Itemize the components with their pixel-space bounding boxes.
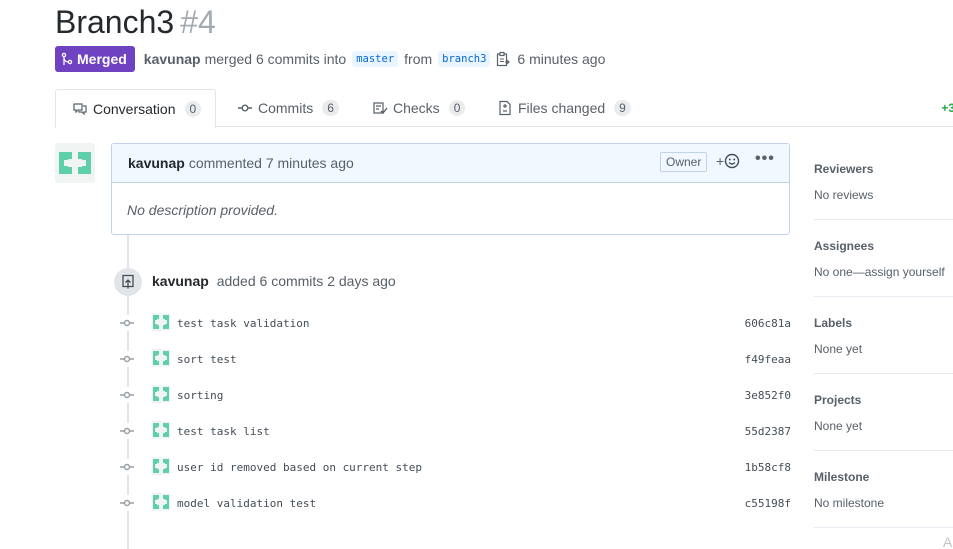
commit-row: model validation test c55198f — [119, 493, 791, 513]
git-commit-icon — [119, 459, 135, 475]
pr-number: #4 — [180, 4, 216, 40]
sidebar-heading-labels[interactable]: Labels — [814, 316, 852, 330]
tab-commits[interactable]: Commits 6 — [221, 89, 353, 127]
tab-checks-label: Checks — [393, 100, 440, 116]
smiley-icon — [724, 153, 740, 169]
file-diff-icon — [499, 100, 511, 116]
merged-state-label: Merged — [77, 51, 127, 67]
commit-row: test task validation 606c81a — [119, 313, 791, 333]
sidebar-heading-projects[interactable]: Projects — [814, 393, 861, 407]
pr-title-text: Branch3 — [55, 4, 175, 40]
comment-box: kavunap commented 7 minutes ago Owner + … — [111, 143, 790, 235]
sidebar-value-labels: None yet — [814, 342, 863, 356]
tab-conversation-count: 0 — [184, 100, 202, 117]
identicon-icon — [59, 152, 91, 174]
commit-message-link[interactable]: model validation test — [177, 497, 316, 510]
identicon-icon[interactable] — [152, 457, 170, 475]
sidebar-milestone: Milestone No milestone — [814, 451, 953, 528]
merged-state-badge: Merged — [55, 46, 135, 72]
clipboard-icon[interactable] — [496, 51, 511, 67]
commit-sha-link[interactable]: c55198f — [745, 497, 791, 510]
merge-text: merged 6 commits into — [204, 51, 347, 67]
commit-event-action: added 6 commits 2 days ago — [216, 273, 396, 289]
pr-title: Branch3 #4 — [55, 2, 216, 42]
git-commit-icon — [119, 495, 135, 511]
identicon-icon[interactable] — [152, 313, 170, 331]
commit-row: user id removed based on current step 1b… — [119, 457, 791, 477]
commit-sha-link[interactable]: 1b58cf8 — [745, 461, 791, 474]
base-branch-ref[interactable]: master — [352, 51, 399, 67]
commit-message-link[interactable]: test task validation — [177, 317, 309, 330]
sidebar-reviewers: Reviewers No reviews — [814, 143, 953, 220]
sidebar-heading-reviewers[interactable]: Reviewers — [814, 162, 873, 176]
tab-checks-count: 0 — [448, 100, 466, 116]
comment-action: commented 7 minutes ago — [188, 155, 354, 171]
repo-push-icon — [122, 274, 134, 289]
commit-message-link[interactable]: sorting — [177, 389, 223, 402]
sidebar-value-milestone: No milestone — [814, 496, 885, 510]
tab-files-changed[interactable]: Files changed 9 — [481, 89, 645, 127]
tab-checks[interactable]: Checks 0 — [356, 89, 479, 127]
kebab-horizontal-icon[interactable]: ••• — [755, 150, 775, 168]
tab-conversation[interactable]: Conversation 0 — [55, 89, 217, 128]
sidebar-value-assignees[interactable]: No one—assign yourself — [814, 265, 945, 279]
commit-row: sort test f49feaa — [119, 349, 791, 369]
commit-message-link[interactable]: sort test — [177, 353, 237, 366]
pr-tabnav: Conversation 0 Commits 6 Checks 0 Files … — [55, 89, 953, 128]
identicon-icon[interactable] — [152, 421, 170, 439]
sidebar-value-reviewers: No reviews — [814, 188, 874, 202]
pr-meta: Merged kavunap merged 6 commits into mas… — [55, 46, 605, 72]
commit-sha-link[interactable]: f49feaa — [745, 353, 791, 366]
tab-commits-count: 6 — [322, 100, 339, 116]
commit-event: kavunap added 6 commits 2 days ago — [152, 273, 396, 289]
git-commit-icon — [119, 351, 135, 367]
git-commit-icon — [119, 423, 135, 439]
sidebar-heading-milestone[interactable]: Milestone — [814, 470, 869, 484]
diffstat-added: +3 — [941, 101, 953, 115]
tab-commits-label: Commits — [258, 100, 314, 116]
commit-message-link[interactable]: test task list — [177, 425, 270, 438]
tab-files-changed-count: 9 — [614, 100, 631, 116]
comment-author-link[interactable]: kavunap — [128, 155, 185, 171]
commit-sha-link[interactable]: 3e852f0 — [745, 389, 791, 402]
commit-row: test task list 55d2387 — [119, 421, 791, 441]
sidebar-heading-assignees[interactable]: Assignees — [814, 239, 874, 253]
comment-body: No description provided. — [127, 202, 278, 218]
git-commit-icon — [119, 387, 135, 403]
comment-discussion-icon — [73, 102, 87, 115]
corner-glyph: A — [943, 534, 953, 549]
from-text: from — [404, 51, 433, 67]
tab-files-changed-label: Files changed — [518, 100, 606, 116]
sidebar-projects: Projects None yet — [814, 374, 953, 451]
identicon-icon[interactable] — [152, 493, 170, 511]
git-merge-icon — [61, 52, 73, 65]
commit-event-badge — [114, 268, 142, 296]
commit-row: sorting 3e852f0 — [119, 385, 791, 405]
head-branch-ref[interactable]: branch3 — [438, 51, 491, 67]
comment-header: kavunap commented 7 minutes ago Owner + … — [112, 144, 789, 183]
checklist-icon — [373, 102, 388, 115]
reaction-plus: + — [716, 153, 725, 169]
sidebar-value-projects: None yet — [814, 419, 863, 433]
commit-message-link[interactable]: user id removed based on current step — [177, 461, 422, 474]
commit-event-author-link[interactable]: kavunap — [152, 273, 209, 289]
identicon-icon[interactable] — [152, 385, 170, 403]
avatar[interactable] — [55, 143, 95, 183]
sidebar-assignees: Assignees No one—assign yourself — [814, 220, 953, 297]
merge-time: 6 minutes ago — [517, 51, 606, 67]
sidebar-labels: Labels None yet — [814, 297, 953, 374]
tab-conversation-label: Conversation — [93, 100, 176, 117]
add-reaction-button[interactable]: + — [716, 153, 740, 169]
commit-sha-link[interactable]: 55d2387 — [745, 425, 791, 438]
git-commit-icon — [119, 315, 135, 331]
commit-sha-link[interactable]: 606c81a — [745, 317, 791, 330]
git-commit-icon — [238, 104, 252, 112]
merge-author-link[interactable]: kavunap — [144, 51, 201, 67]
identicon-icon[interactable] — [152, 349, 170, 367]
owner-badge: Owner — [660, 152, 708, 172]
